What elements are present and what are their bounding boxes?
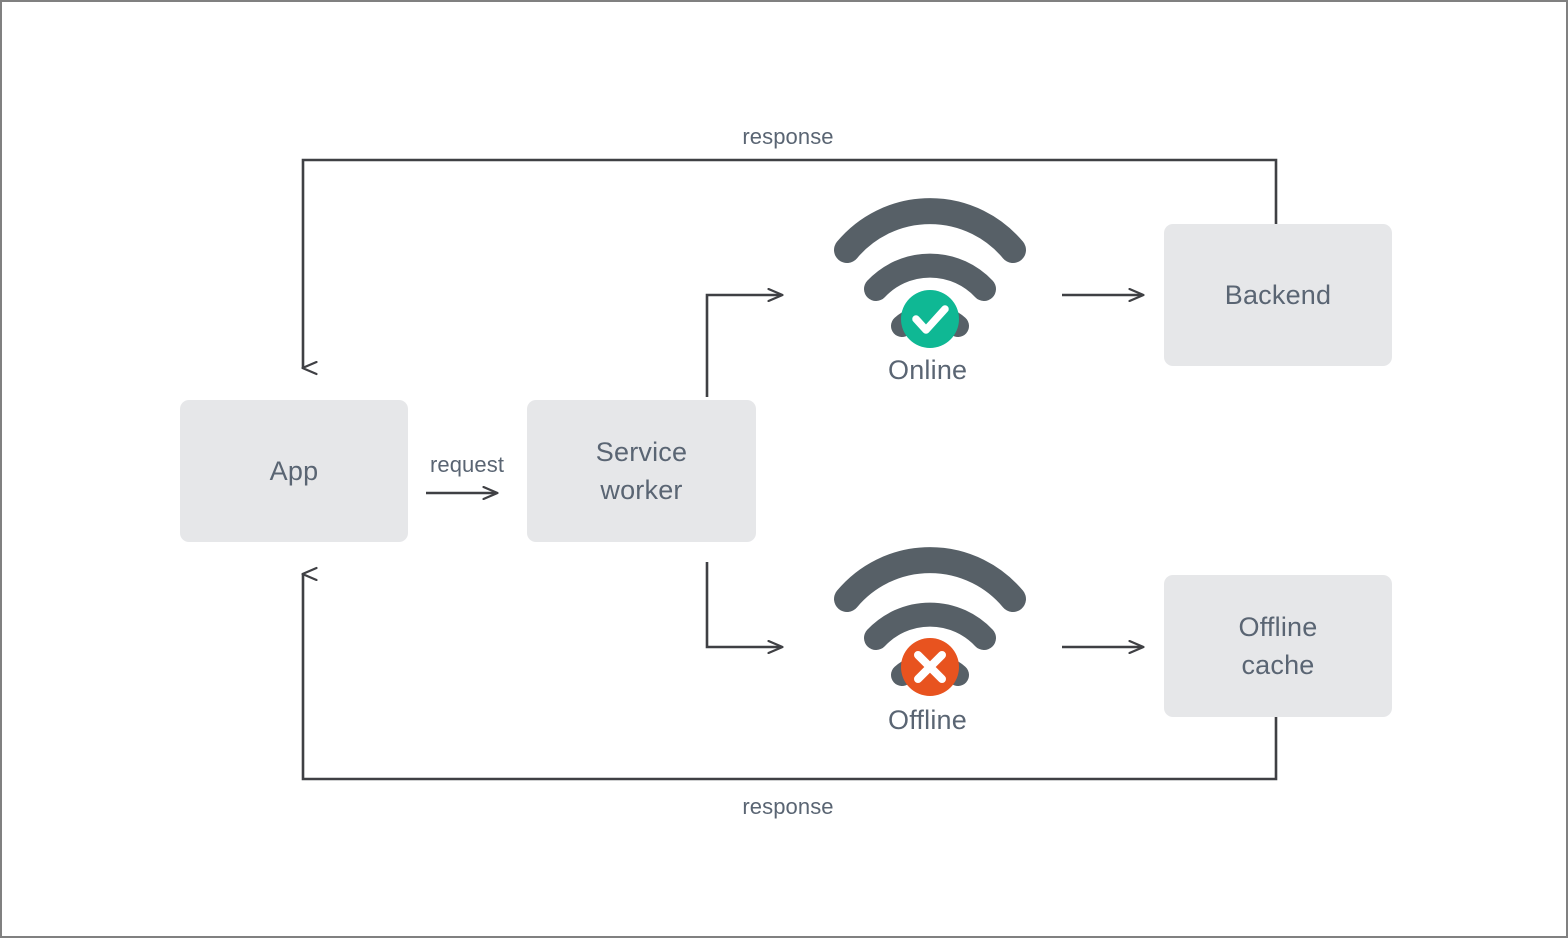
status-label-online: Online xyxy=(888,355,968,385)
node-app[interactable]: App xyxy=(180,400,408,542)
edge-label-response-bottom: response xyxy=(742,794,834,819)
node-app-label: App xyxy=(269,455,319,486)
edge-offline-cache-to-app-response xyxy=(303,574,1278,781)
node-offline-cache-label: Offline cache xyxy=(1238,611,1318,680)
edge-label-response-top: response xyxy=(742,124,834,149)
check-circle-icon xyxy=(901,290,959,348)
edge-label-request: request xyxy=(429,452,505,477)
node-backend[interactable]: Backend xyxy=(1164,224,1392,366)
edge-service-worker-to-offline xyxy=(705,562,782,647)
status-label-offline: Offline xyxy=(888,705,967,735)
node-service-worker[interactable]: Service worker xyxy=(527,400,756,542)
x-circle-icon xyxy=(901,638,959,696)
node-offline-cache[interactable]: Offline cache xyxy=(1164,575,1392,717)
node-service-worker-label: Service worker xyxy=(595,436,688,505)
diagram-canvas: App Service worker Backend Offline cache… xyxy=(0,0,1568,938)
edge-backend-to-app-response xyxy=(303,158,1278,368)
node-backend-label: Backend xyxy=(1224,279,1332,310)
